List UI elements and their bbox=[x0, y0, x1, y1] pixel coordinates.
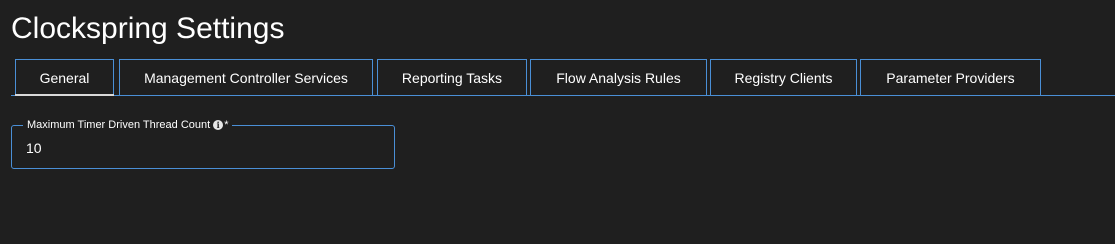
tab-parameter-providers[interactable]: Parameter Providers bbox=[860, 59, 1041, 95]
tab-reporting-tasks[interactable]: Reporting Tasks bbox=[377, 59, 527, 95]
thread-count-label-group: Maximum Timer Driven Thread Count i * bbox=[23, 118, 233, 132]
tab-registry-clients[interactable]: Registry Clients bbox=[710, 59, 857, 95]
page-title: Clockspring Settings bbox=[11, 12, 285, 45]
info-icon[interactable]: i bbox=[213, 120, 224, 130]
settings-page: Clockspring Settings General Management … bbox=[0, 0, 1115, 244]
settings-tab-bar: General Management Controller Services R… bbox=[11, 58, 1115, 96]
tab-general[interactable]: General bbox=[15, 59, 114, 96]
thread-count-input[interactable] bbox=[26, 138, 366, 158]
tab-bar-divider bbox=[11, 95, 1115, 96]
required-marker: * bbox=[224, 119, 229, 131]
thread-count-field: Maximum Timer Driven Thread Count i * bbox=[11, 118, 395, 169]
tab-flow-analysis-rules[interactable]: Flow Analysis Rules bbox=[530, 59, 707, 95]
tab-management-controller-services[interactable]: Management Controller Services bbox=[119, 59, 373, 95]
thread-count-label: Maximum Timer Driven Thread Count bbox=[27, 119, 211, 131]
